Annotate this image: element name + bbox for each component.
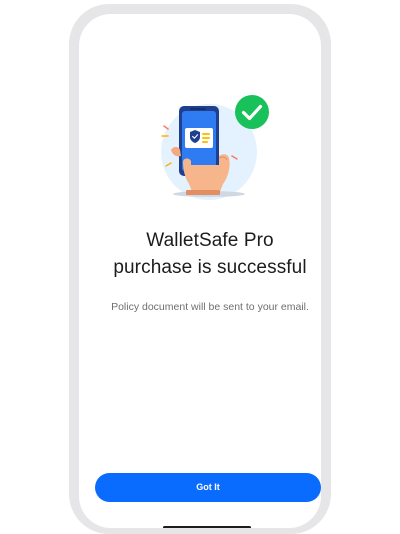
success-headline: WalletSafe Pro purchase is successful: [79, 227, 321, 281]
card-line: [202, 133, 210, 135]
headline-product-name: WalletSafe Pro: [146, 230, 274, 251]
phone-in-hand-illustration: [161, 95, 269, 200]
card-line: [202, 137, 210, 139]
card-line: [202, 141, 208, 143]
spark-icon: [163, 125, 169, 130]
checkmark-circle-icon: [235, 95, 269, 129]
got-it-button[interactable]: Got It: [95, 473, 321, 502]
phone-frame: WalletSafe Pro purchase is successful Po…: [69, 4, 331, 534]
policy-email-note: Policy document will be sent to your ema…: [111, 301, 309, 313]
canvas: WalletSafe Pro purchase is successful Po…: [0, 0, 400, 534]
phone-speaker: [190, 108, 206, 110]
phone-screen: WalletSafe Pro purchase is successful Po…: [79, 14, 321, 528]
headline-status: purchase is successful: [113, 257, 307, 278]
home-indicator: [163, 526, 251, 528]
wrist: [186, 190, 220, 195]
